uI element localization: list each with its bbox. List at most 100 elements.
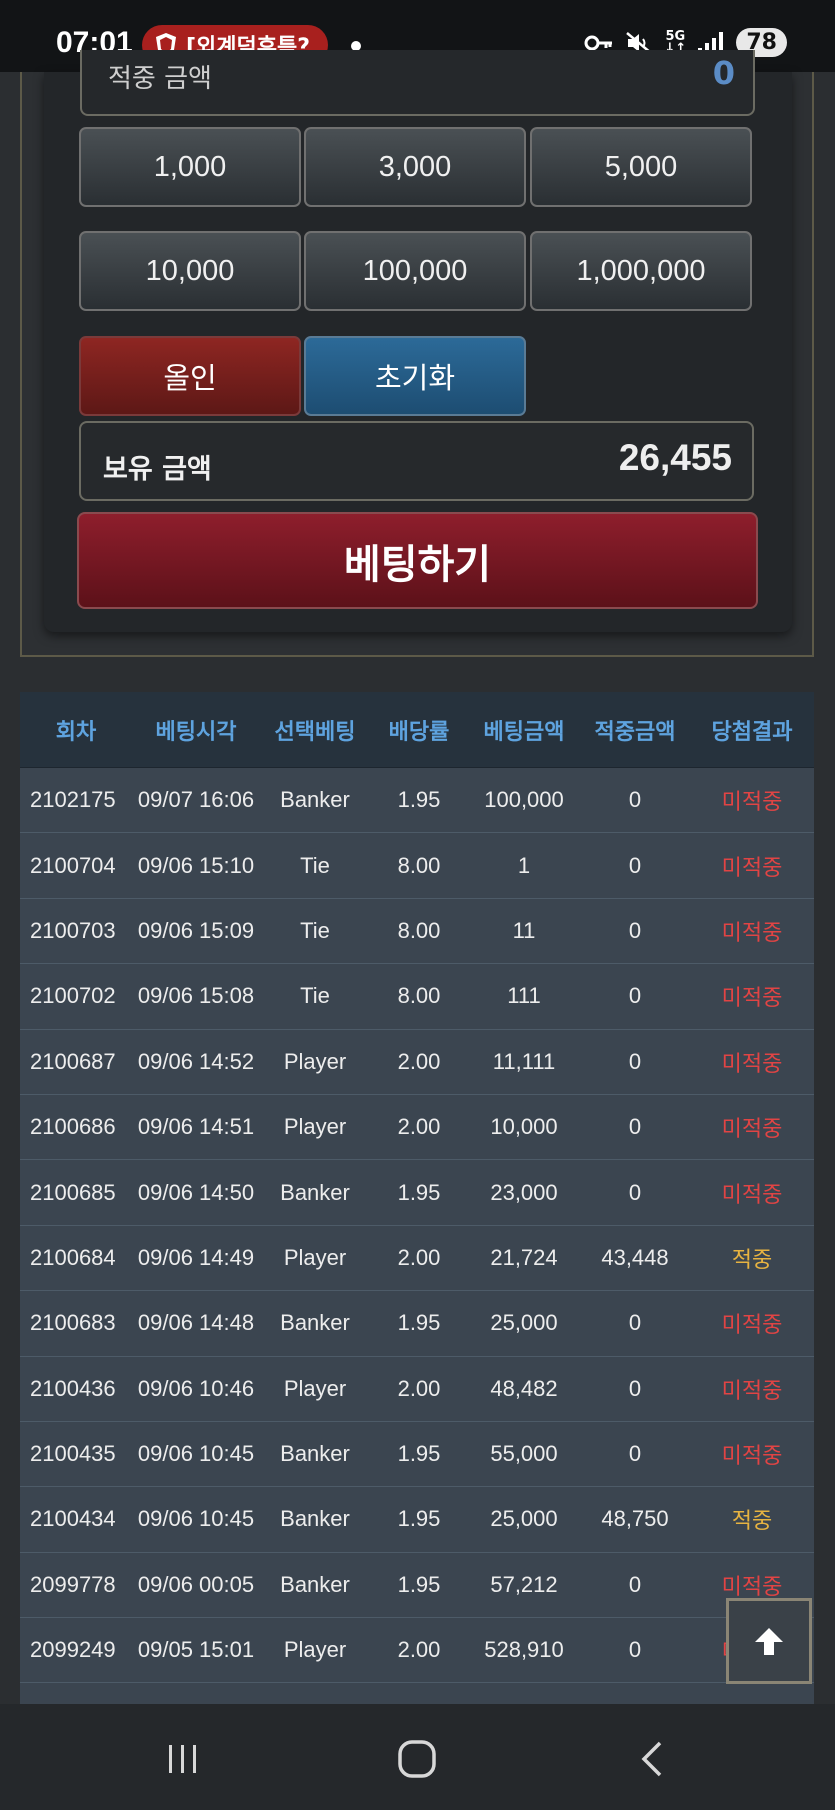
win-amount-value: 0 xyxy=(712,54,735,92)
cell-bet-time: 09/06 15:08 xyxy=(137,983,255,1009)
place-bet-button[interactable]: 베팅하기 xyxy=(77,512,758,609)
cell-result: 적중 xyxy=(731,1246,773,1272)
cell-selection: Banker xyxy=(280,1441,350,1467)
table-row: 2100436 09/06 10:46 Player 2.00 48,482 0 미적중 xyxy=(20,1357,814,1422)
cell-selection: Player xyxy=(283,1048,347,1074)
header-bet-amount: 베팅금액 xyxy=(483,719,565,745)
cell-round: 2100684 xyxy=(30,1244,116,1270)
cell-win-amount: 0 xyxy=(628,983,642,1009)
cell-win-amount: 0 xyxy=(628,787,642,813)
cell-win-amount: 0 xyxy=(628,1114,642,1140)
amount-button-3000[interactable]: 3,000 xyxy=(304,127,526,207)
cell-odds: 1.95 xyxy=(397,1310,441,1336)
cell-round: 2099778 xyxy=(30,1571,116,1597)
cell-selection: Tie xyxy=(300,917,330,943)
table-row: 2100702 09/06 15:08 Tie 8.00 111 0 미적중 xyxy=(20,964,814,1030)
cell-odds: 1.95 xyxy=(397,1441,441,1467)
table-row: 2100704 09/06 15:10 Tie 8.00 1 0 미적중 xyxy=(20,833,814,899)
table-row: 2100435 09/06 10:45 Banker 1.95 55,000 0 미적중 xyxy=(20,1422,814,1488)
cell-odds: 8.00 xyxy=(397,852,441,878)
cell-bet-amount: 57,212 xyxy=(490,1571,558,1597)
cell-odds: 2.00 xyxy=(397,1048,441,1074)
cell-odds: 2.00 xyxy=(397,1244,441,1270)
amount-button-5000[interactable]: 5,000 xyxy=(530,127,752,207)
cell-win-amount: 0 xyxy=(628,1179,642,1205)
header-odds: 배당률 xyxy=(388,719,450,745)
table-row: 2100686 09/06 14:51 Player 2.00 10,000 0 미적중 xyxy=(20,1095,814,1161)
cell-win-amount: 0 xyxy=(628,1637,642,1663)
cell-bet-time: 09/06 00:05 xyxy=(137,1571,255,1597)
cell-round: 2100686 xyxy=(30,1114,116,1140)
home-button[interactable] xyxy=(387,1734,447,1784)
table-row: 2100434 09/06 10:45 Banker 1.95 25,000 48,750… xyxy=(20,1487,814,1553)
cell-selection: Tie xyxy=(300,852,330,878)
cell-win-amount: 0 xyxy=(628,1048,642,1074)
cell-bet-amount: 55,000 xyxy=(490,1441,558,1467)
cell-result: 미적중 xyxy=(721,1443,783,1469)
cell-round: 2100687 xyxy=(30,1048,116,1074)
recent-apps-button[interactable] xyxy=(153,1734,213,1784)
cell-selection: Banker xyxy=(280,1179,350,1205)
amount-button-100000[interactable]: 100,000 xyxy=(304,231,526,311)
cell-round: 2100435 xyxy=(30,1441,116,1467)
cell-bet-time: 09/06 14:51 xyxy=(137,1114,255,1140)
cell-selection: Player xyxy=(283,1244,347,1270)
cell-bet-time: 09/06 10:46 xyxy=(137,1375,255,1401)
cell-result: 미적중 xyxy=(721,789,783,815)
cell-win-amount: 0 xyxy=(628,1310,642,1336)
allin-button[interactable]: 올인 xyxy=(79,336,301,416)
cell-round: 2100683 xyxy=(30,1310,116,1336)
cell-selection: Banker xyxy=(280,787,350,813)
amount-button-1000[interactable]: 1,000 xyxy=(79,127,301,207)
cell-bet-time: 09/06 14:50 xyxy=(137,1179,255,1205)
reset-button[interactable]: 초기화 xyxy=(304,336,526,416)
cell-bet-time: 09/06 14:52 xyxy=(137,1048,255,1074)
back-button[interactable] xyxy=(622,1734,682,1784)
cell-bet-amount: 528,910 xyxy=(484,1637,564,1663)
cell-odds: 8.00 xyxy=(397,917,441,943)
cell-win-amount: 0 xyxy=(628,1375,642,1401)
balance-label: 보유 금액 xyxy=(103,454,212,485)
amount-button-10000[interactable]: 10,000 xyxy=(79,231,301,311)
scroll-to-top-button[interactable] xyxy=(726,1598,812,1684)
cell-odds: 1.95 xyxy=(397,787,441,813)
cell-bet-amount: 10,000 xyxy=(490,1114,558,1140)
header-win-amount: 적중금액 xyxy=(594,719,676,745)
amount-button-1000000[interactable]: 1,000,000 xyxy=(530,231,752,311)
table-row: 2102175 09/07 16:06 Banker 1.95 100,000 0 미적중 xyxy=(20,768,814,834)
cell-bet-time: 09/05 15:01 xyxy=(137,1637,255,1663)
cell-odds: 1.95 xyxy=(397,1571,441,1597)
table-row: 2099778 09/06 00:05 Banker 1.95 57,212 0 미적중 xyxy=(20,1553,814,1619)
cell-bet-amount: 48,482 xyxy=(490,1375,558,1401)
cell-selection: Banker xyxy=(280,1571,350,1597)
win-amount-label: 적중 금액 xyxy=(108,64,212,94)
cell-bet-amount: 25,000 xyxy=(490,1506,558,1532)
cell-win-amount: 0 xyxy=(628,917,642,943)
cell-odds: 2.00 xyxy=(397,1375,441,1401)
cell-result: 미적중 xyxy=(721,1181,783,1207)
cell-bet-amount: 11,111 xyxy=(492,1048,556,1074)
cell-selection: Banker xyxy=(280,1506,350,1532)
balance-field: 보유 금액 26,455 xyxy=(79,421,754,501)
table-row: 2100684 09/06 14:49 Player 2.00 21,724 43,448… xyxy=(20,1226,814,1292)
win-amount-field: 적중 금액 0 xyxy=(80,50,755,116)
home-icon xyxy=(398,1740,436,1778)
table-row: 209924909/05 15:01Player2.00528,9100미적중 xyxy=(20,1618,814,1684)
cell-round: 2100704 xyxy=(30,852,116,878)
header-round: 회차 xyxy=(55,719,97,745)
table-row: 2100687 09/06 14:52 Player 2.00 11,111 0 미적중 xyxy=(20,1030,814,1095)
cell-round: 2099249 xyxy=(30,1637,116,1663)
cell-bet-amount: 21,724 xyxy=(490,1244,558,1270)
cell-odds: 1.95 xyxy=(397,1179,441,1205)
cell-selection: Tie xyxy=(300,983,330,1009)
table-row: 2100703 09/06 15:09 Tie 8.00 11 0 미적중 xyxy=(20,899,814,965)
back-icon xyxy=(641,1741,662,1777)
cell-bet-time: 09/06 15:10 xyxy=(137,852,255,878)
table-row: 2100685 09/06 14:50 Banker 1.95 23,000 0 미적중 xyxy=(20,1160,814,1226)
cell-result: 미적중 xyxy=(721,1050,783,1076)
header-result: 당첨결과 xyxy=(711,719,793,745)
cell-result: 미적중 xyxy=(721,919,783,945)
cell-win-amount: 0 xyxy=(628,1571,642,1597)
cell-selection: Player xyxy=(283,1375,347,1401)
cell-bet-amount: 100,000 xyxy=(484,787,564,813)
